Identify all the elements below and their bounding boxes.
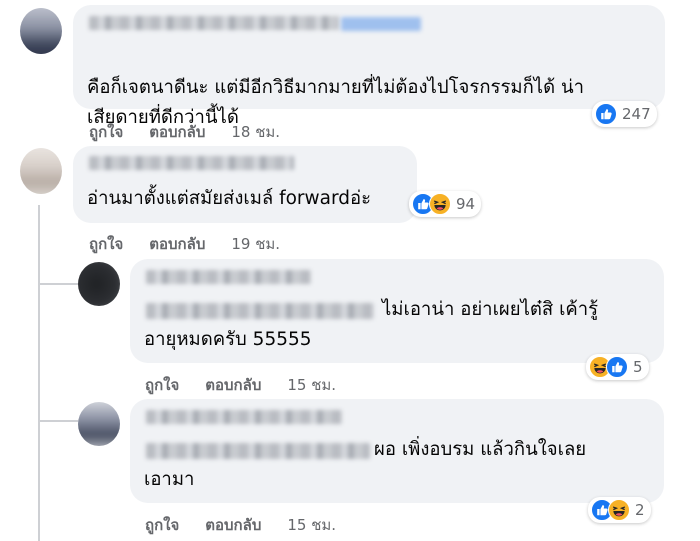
timestamp[interactable]: 15 ชม. [287, 513, 336, 537]
like-button[interactable]: ถูกใจ [89, 232, 123, 256]
thread-line [38, 283, 78, 285]
reply-button[interactable]: ตอบกลับ [149, 120, 205, 144]
reaction-count: 94 [456, 195, 476, 213]
reaction-summary[interactable]: 5 [586, 354, 649, 380]
reply-button[interactable]: ตอบกลับ [205, 513, 261, 537]
reaction-count: 5 [633, 358, 643, 376]
haha-icon [429, 193, 451, 215]
comment-text: อ่านมาตั้งแต่สมัยส่งเมล์ forwardอ่ะ [87, 188, 372, 209]
avatar[interactable] [20, 8, 62, 54]
avatar[interactable] [20, 148, 62, 194]
reaction-summary[interactable]: 247 [592, 101, 657, 127]
comment-actions: ถูกใจ ตอบกลับ 15 ชม. [145, 373, 336, 397]
commenter-name[interactable] [146, 270, 311, 284]
avatar[interactable] [78, 402, 120, 446]
commenter-name[interactable] [89, 16, 339, 30]
reaction-summary[interactable]: 2 [588, 497, 651, 523]
comment-text: ผอ เพิ่งอบรม แล้วกินใจเลย เอามา [144, 439, 587, 490]
avatar[interactable] [78, 262, 120, 306]
comment-actions: ถูกใจ ตอบกลับ 18 ชม. [89, 120, 280, 144]
thread-line [38, 420, 78, 422]
timestamp[interactable]: 19 ชม. [231, 232, 280, 256]
comment-actions: ถูกใจ ตอบกลับ 15 ชม. [145, 513, 336, 537]
reaction-count: 2 [635, 501, 645, 519]
reaction-summary[interactable]: 94 [409, 191, 482, 217]
like-icon [595, 103, 617, 125]
commenter-name[interactable] [146, 410, 342, 424]
comment-bubble: คือก็เจตนาดีนะ แต่มีอีกวิธีมากมายที่ไม่ต… [73, 5, 665, 128]
like-button[interactable]: ถูกใจ [145, 373, 179, 397]
comment-actions: ถูกใจ ตอบกลับ 19 ชม. [89, 232, 280, 256]
comment-text: ไม่เอาน่า อย่าเผยไต๋สิ เค้ารู้ อายุหมดคร… [144, 299, 599, 350]
reaction-count: 247 [622, 105, 651, 123]
commenter-name-badge [341, 17, 421, 31]
comment-bubble: ผอ เพิ่งอบรม แล้วกินใจเลย เอามา [130, 399, 664, 503]
like-icon [606, 356, 628, 378]
timestamp[interactable]: 18 ชม. [231, 120, 280, 144]
commenter-name[interactable] [89, 156, 294, 170]
comment-bubble: ไม่เอาน่า อย่าเผยไต๋สิ เค้ารู้ อายุหมดคร… [130, 259, 664, 363]
haha-icon [608, 499, 630, 521]
like-button[interactable]: ถูกใจ [145, 513, 179, 537]
like-button[interactable]: ถูกใจ [89, 120, 123, 144]
comment-bubble: อ่านมาตั้งแต่สมัยส่งเมล์ forwardอ่ะ [73, 146, 417, 223]
timestamp[interactable]: 15 ชม. [287, 373, 336, 397]
thread-line [38, 205, 40, 541]
reply-button[interactable]: ตอบกลับ [205, 373, 261, 397]
reply-button[interactable]: ตอบกลับ [149, 232, 205, 256]
